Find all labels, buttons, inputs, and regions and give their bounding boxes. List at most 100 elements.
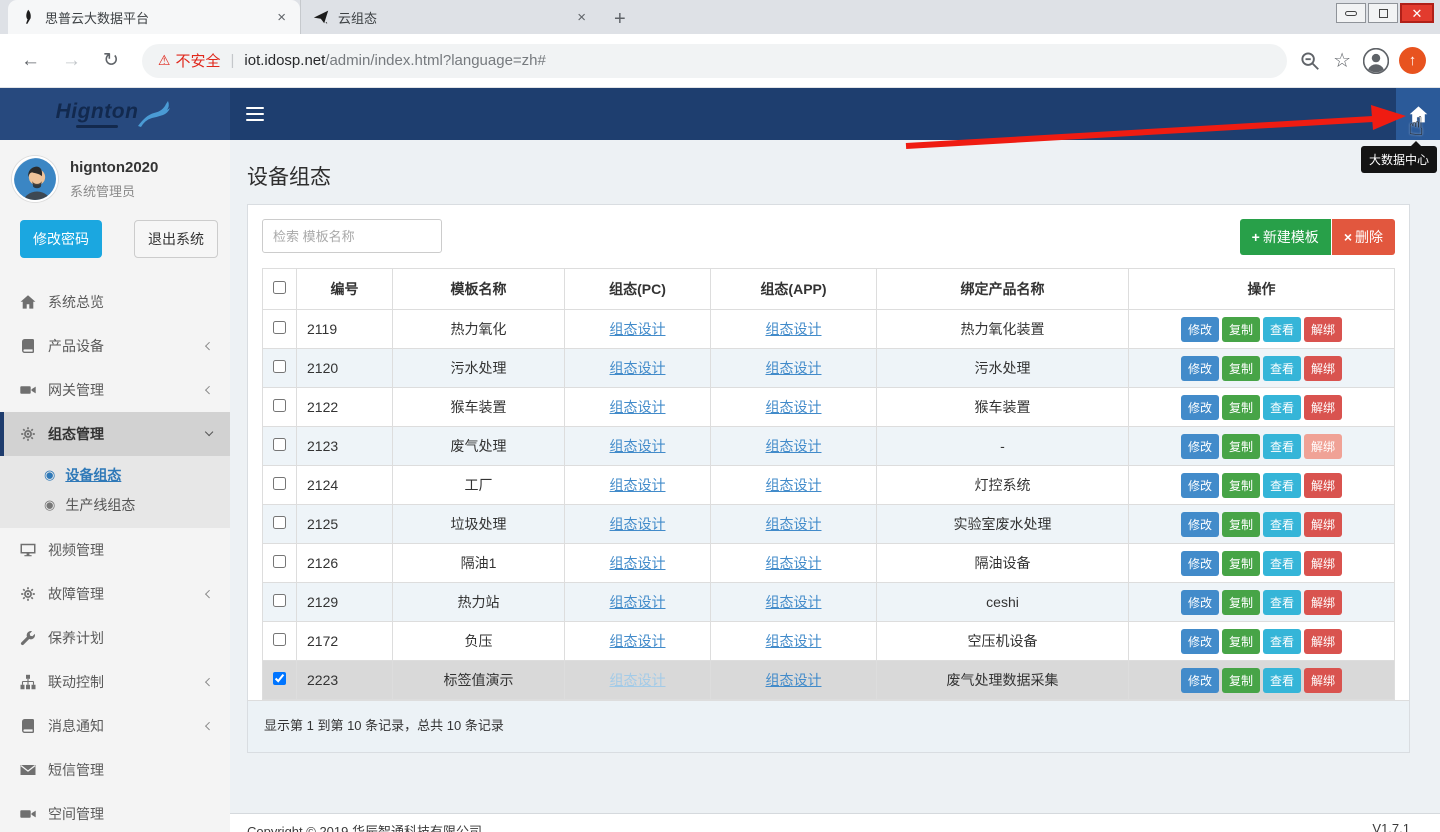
window-restore-button[interactable] bbox=[1368, 3, 1398, 23]
app-config-link[interactable]: 组态设计 bbox=[766, 672, 822, 688]
back-icon[interactable]: ← bbox=[10, 50, 51, 72]
logout-button[interactable]: 退出系统 bbox=[134, 220, 218, 258]
action-edit-button[interactable]: 修改 bbox=[1181, 473, 1219, 498]
action-edit-button[interactable]: 修改 bbox=[1181, 434, 1219, 459]
browser-tab-active[interactable]: 思普云大数据平台 × bbox=[8, 0, 300, 34]
action-unbind-button[interactable]: 解绑 bbox=[1304, 317, 1342, 342]
reload-icon[interactable]: ↻ bbox=[92, 49, 130, 72]
pc-config-link[interactable]: 组态设计 bbox=[610, 633, 666, 649]
action-copy-button[interactable]: 复制 bbox=[1222, 512, 1260, 537]
action-copy-button[interactable]: 复制 bbox=[1222, 317, 1260, 342]
bookmark-star-icon[interactable]: ☆ bbox=[1327, 48, 1357, 73]
pc-config-link[interactable]: 组态设计 bbox=[610, 321, 666, 337]
row-checkbox[interactable] bbox=[273, 516, 286, 529]
row-checkbox[interactable] bbox=[273, 321, 286, 334]
home-button[interactable] bbox=[1396, 88, 1440, 140]
zoom-out-icon[interactable] bbox=[1299, 50, 1321, 72]
app-config-link[interactable]: 组态设计 bbox=[766, 399, 822, 415]
tab-close-icon[interactable]: × bbox=[573, 9, 590, 26]
app-config-link[interactable]: 组态设计 bbox=[766, 594, 822, 610]
new-template-button[interactable]: +新建模板 bbox=[1240, 219, 1331, 255]
forward-icon[interactable]: → bbox=[51, 50, 92, 72]
action-view-button[interactable]: 查看 bbox=[1263, 356, 1301, 381]
action-view-button[interactable]: 查看 bbox=[1263, 629, 1301, 654]
sidebar-item-config-management[interactable]: 组态管理 bbox=[0, 412, 230, 456]
browser-profile-icon[interactable] bbox=[1363, 48, 1389, 74]
action-edit-button[interactable]: 修改 bbox=[1181, 356, 1219, 381]
change-password-button[interactable]: 修改密码 bbox=[20, 220, 102, 258]
action-unbind-button[interactable]: 解绑 bbox=[1304, 434, 1342, 459]
pc-config-link[interactable]: 组态设计 bbox=[610, 594, 666, 610]
action-edit-button[interactable]: 修改 bbox=[1181, 590, 1219, 615]
pc-config-link[interactable]: 组态设计 bbox=[610, 360, 666, 376]
row-checkbox[interactable] bbox=[273, 438, 286, 451]
hamburger-menu-icon[interactable] bbox=[230, 103, 280, 124]
pc-config-link[interactable]: 组态设计 bbox=[610, 438, 666, 454]
action-copy-button[interactable]: 复制 bbox=[1222, 629, 1260, 654]
action-unbind-button[interactable]: 解绑 bbox=[1304, 668, 1342, 693]
window-close-button[interactable]: ✕ bbox=[1400, 3, 1434, 23]
pc-config-link[interactable]: 组态设计 bbox=[610, 516, 666, 532]
action-view-button[interactable]: 查看 bbox=[1263, 434, 1301, 459]
new-tab-button[interactable]: + bbox=[600, 4, 640, 34]
row-checkbox[interactable] bbox=[273, 555, 286, 568]
sidebar-item-message-notification[interactable]: 消息通知 bbox=[0, 704, 230, 748]
row-checkbox[interactable] bbox=[273, 672, 286, 685]
action-unbind-button[interactable]: 解绑 bbox=[1304, 395, 1342, 420]
action-copy-button[interactable]: 复制 bbox=[1222, 590, 1260, 615]
app-config-link[interactable]: 组态设计 bbox=[766, 321, 822, 337]
action-view-button[interactable]: 查看 bbox=[1263, 395, 1301, 420]
action-edit-button[interactable]: 修改 bbox=[1181, 551, 1219, 576]
pc-config-link[interactable]: 组态设计 bbox=[610, 399, 666, 415]
sidebar-subitem-production-line-config[interactable]: ◉ 生产线组态 bbox=[0, 490, 230, 520]
action-unbind-button[interactable]: 解绑 bbox=[1304, 473, 1342, 498]
action-edit-button[interactable]: 修改 bbox=[1181, 395, 1219, 420]
app-config-link[interactable]: 组态设计 bbox=[766, 438, 822, 454]
security-label[interactable]: 不安全 bbox=[175, 50, 220, 71]
action-copy-button[interactable]: 复制 bbox=[1222, 395, 1260, 420]
action-unbind-button[interactable]: 解绑 bbox=[1304, 512, 1342, 537]
sidebar-item-product-devices[interactable]: 产品设备 bbox=[0, 324, 230, 368]
row-checkbox[interactable] bbox=[273, 360, 286, 373]
action-view-button[interactable]: 查看 bbox=[1263, 512, 1301, 537]
sidebar-item-fault-management[interactable]: 故障管理 bbox=[0, 572, 230, 616]
action-unbind-button[interactable]: 解绑 bbox=[1304, 590, 1342, 615]
app-config-link[interactable]: 组态设计 bbox=[766, 633, 822, 649]
address-bar[interactable]: ⚠ 不安全 | iot.idosp.net/admin/index.html?l… bbox=[142, 44, 1287, 78]
row-checkbox[interactable] bbox=[273, 477, 286, 490]
app-config-link[interactable]: 组态设计 bbox=[766, 516, 822, 532]
action-unbind-button[interactable]: 解绑 bbox=[1304, 629, 1342, 654]
pc-config-link[interactable]: 组态设计 bbox=[610, 555, 666, 571]
app-config-link[interactable]: 组态设计 bbox=[766, 360, 822, 376]
browser-update-button[interactable]: ↑ bbox=[1399, 47, 1426, 74]
action-copy-button[interactable]: 复制 bbox=[1222, 668, 1260, 693]
sidebar-item-video-management[interactable]: 视频管理 bbox=[0, 528, 230, 572]
action-edit-button[interactable]: 修改 bbox=[1181, 629, 1219, 654]
pc-config-link[interactable]: 组态设计 bbox=[610, 672, 666, 688]
select-all-checkbox[interactable] bbox=[273, 281, 286, 294]
action-view-button[interactable]: 查看 bbox=[1263, 590, 1301, 615]
action-copy-button[interactable]: 复制 bbox=[1222, 356, 1260, 381]
app-config-link[interactable]: 组态设计 bbox=[766, 477, 822, 493]
action-view-button[interactable]: 查看 bbox=[1263, 473, 1301, 498]
action-copy-button[interactable]: 复制 bbox=[1222, 473, 1260, 498]
sidebar-item-system-overview[interactable]: 系统总览 bbox=[0, 280, 230, 324]
row-checkbox[interactable] bbox=[273, 633, 286, 646]
action-unbind-button[interactable]: 解绑 bbox=[1304, 356, 1342, 381]
search-input[interactable] bbox=[262, 219, 442, 253]
row-checkbox[interactable] bbox=[273, 594, 286, 607]
action-copy-button[interactable]: 复制 bbox=[1222, 434, 1260, 459]
delete-button[interactable]: ×删除 bbox=[1332, 219, 1395, 255]
sidebar-item-maintenance-plan[interactable]: 保养计划 bbox=[0, 616, 230, 660]
action-view-button[interactable]: 查看 bbox=[1263, 317, 1301, 342]
window-minimize-button[interactable] bbox=[1336, 3, 1366, 23]
action-edit-button[interactable]: 修改 bbox=[1181, 317, 1219, 342]
sidebar-item-gateway-management[interactable]: 网关管理 bbox=[0, 368, 230, 412]
app-config-link[interactable]: 组态设计 bbox=[766, 555, 822, 571]
tab-close-icon[interactable]: × bbox=[273, 9, 290, 26]
sidebar-item-linkage-control[interactable]: 联动控制 bbox=[0, 660, 230, 704]
row-checkbox[interactable] bbox=[273, 399, 286, 412]
browser-tab-inactive[interactable]: 云组态 × bbox=[300, 0, 600, 34]
sidebar-item-sms-management[interactable]: 短信管理 bbox=[0, 748, 230, 792]
action-view-button[interactable]: 查看 bbox=[1263, 668, 1301, 693]
